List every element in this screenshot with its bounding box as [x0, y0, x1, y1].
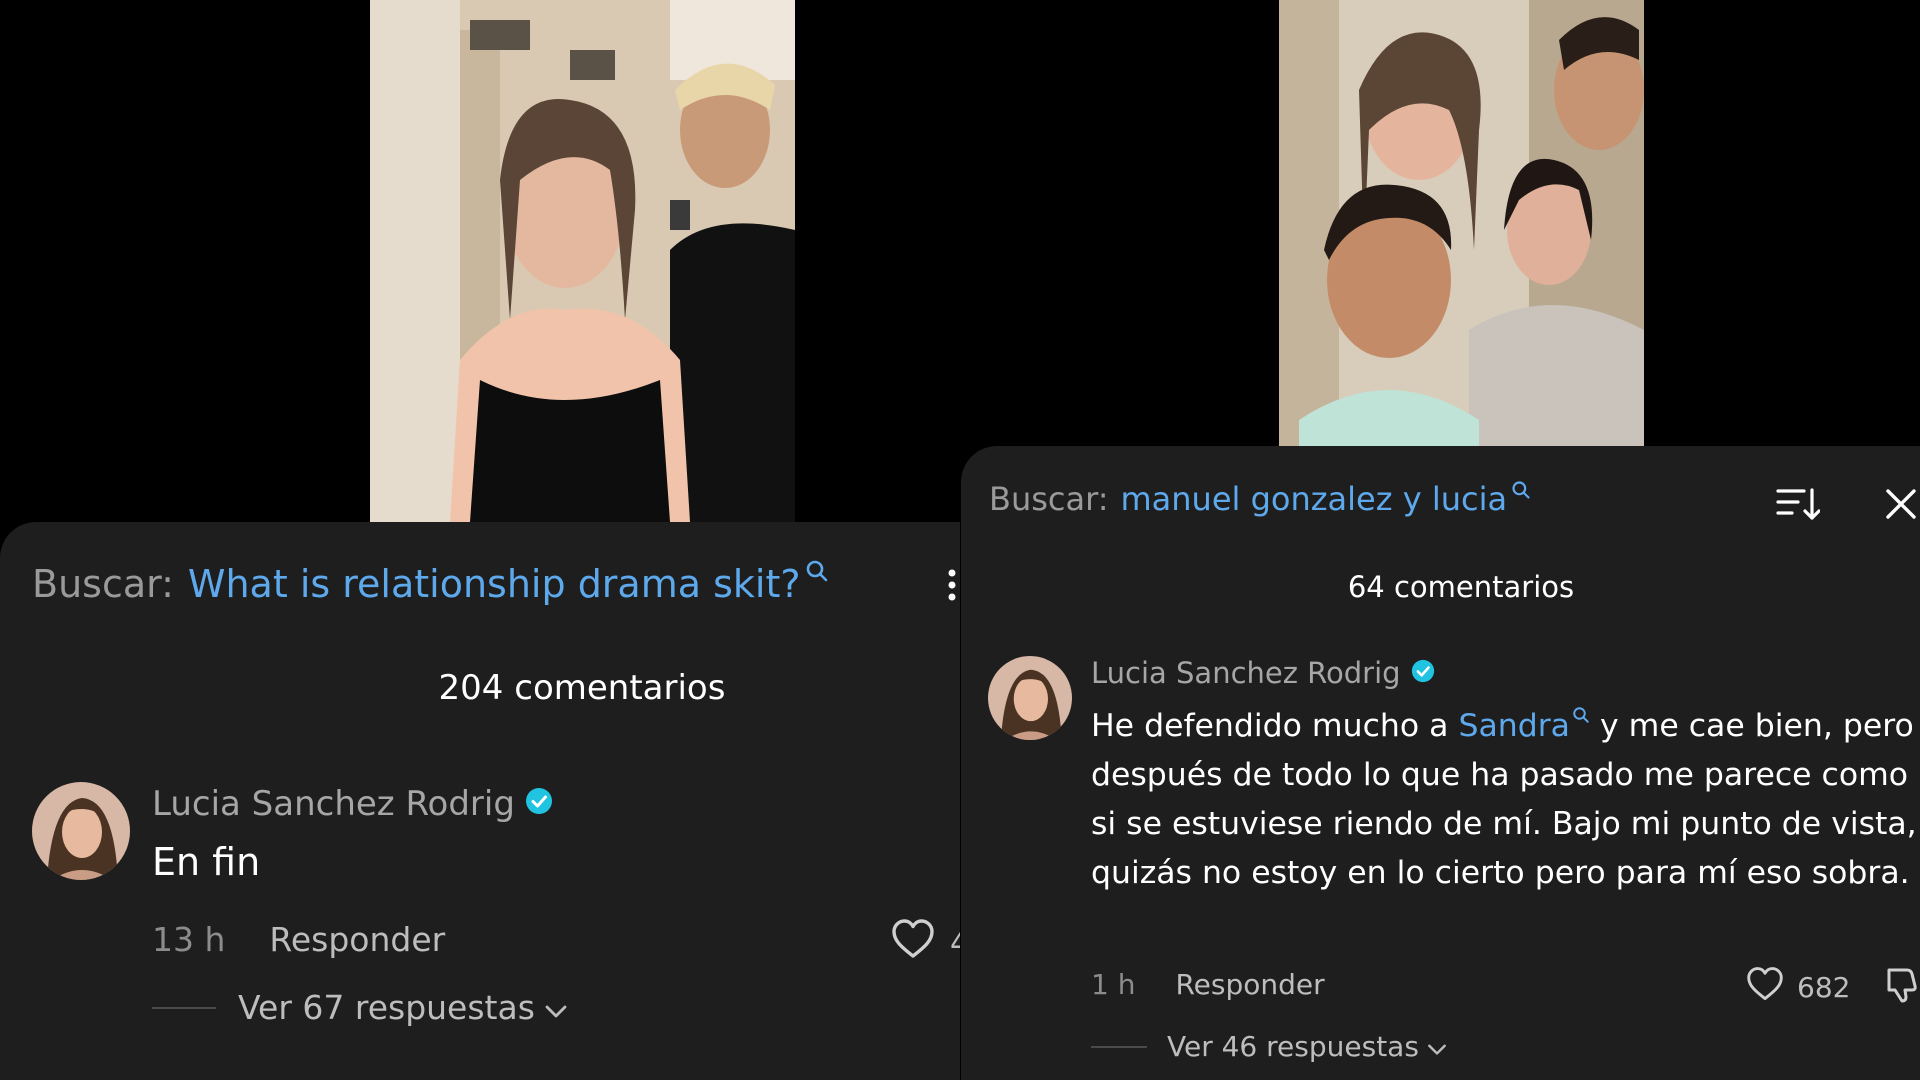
- view-replies-label: Ver 46 respuestas: [1167, 1030, 1419, 1063]
- avatar[interactable]: [32, 782, 130, 880]
- comment-count: 64 comentarios: [1347, 570, 1575, 604]
- comment-text-start: He defendido mucho a: [1091, 708, 1459, 744]
- comment-timestamp: 13 h: [152, 920, 226, 959]
- chevron-down-icon: [1427, 1030, 1447, 1063]
- comment-meta: 1 h Responder: [1091, 968, 1325, 1001]
- search-icon: [1572, 690, 1590, 739]
- more-vertical-icon: [946, 569, 958, 606]
- video-frame-left[interactable]: [370, 0, 795, 522]
- view-replies-button[interactable]: Ver 46 respuestas: [1091, 1030, 1447, 1063]
- username-text: Lucia Sanchez Rodrig: [152, 784, 515, 824]
- search-icon: [805, 548, 829, 592]
- comment-meta: 13 h Responder: [152, 920, 445, 959]
- reply-button[interactable]: Responder: [1175, 968, 1324, 1001]
- comments-sheet-right: Buscar: manuel gonzalez y lucia 64 comen…: [961, 446, 1920, 1080]
- heart-icon: [890, 918, 936, 968]
- dislike-button[interactable]: [1885, 966, 1919, 1008]
- search-query-link[interactable]: What is relationship drama skit?: [188, 562, 801, 606]
- search-query-link[interactable]: manuel gonzalez y lucia: [1120, 480, 1507, 518]
- heart-icon: [1745, 966, 1785, 1009]
- verified-badge-icon: [1411, 656, 1435, 690]
- search-prefix: Buscar:: [32, 562, 174, 606]
- mention-link[interactable]: Sandra: [1458, 708, 1570, 744]
- sort-button[interactable]: [1776, 486, 1821, 526]
- video-thumbnail-right: [1279, 0, 1644, 446]
- search-suggestion-bar[interactable]: Buscar: manuel gonzalez y lucia: [989, 480, 1531, 518]
- view-replies-label: Ver 67 respuestas: [238, 988, 535, 1027]
- replies-divider: [1091, 1045, 1147, 1048]
- dislike-icon: [1885, 968, 1919, 1008]
- like-button[interactable]: 682: [1745, 966, 1850, 1009]
- comment-count: 204 comentarios: [438, 668, 726, 708]
- comment-author[interactable]: Lucia Sanchez Rodrig: [1091, 656, 1435, 690]
- view-replies-button[interactable]: Ver 67 respuestas: [152, 988, 567, 1027]
- comment-body: He defendido mucho a Sandra y me cae bie…: [1091, 702, 1920, 898]
- search-prefix: Buscar:: [989, 480, 1109, 518]
- video-frame-right[interactable]: [1279, 0, 1644, 446]
- verified-badge-icon: [525, 784, 553, 824]
- comment-author[interactable]: Lucia Sanchez Rodrig: [152, 784, 553, 824]
- comment-timestamp: 1 h: [1091, 968, 1136, 1001]
- chevron-down-icon: [545, 988, 567, 1027]
- reply-button[interactable]: Responder: [269, 920, 445, 959]
- comment-body: En fin: [152, 840, 261, 884]
- search-suggestion-bar[interactable]: Buscar: What is relationship drama skit?: [32, 560, 829, 606]
- close-icon: [1885, 489, 1917, 524]
- replies-divider: [152, 1006, 216, 1009]
- more-options-button[interactable]: [946, 568, 958, 606]
- like-count: 4: [950, 925, 960, 961]
- video-thumbnail-left: [370, 0, 795, 522]
- close-button[interactable]: [1885, 488, 1917, 524]
- search-icon: [1511, 470, 1531, 508]
- like-count: 682: [1797, 971, 1851, 1004]
- sort-icon: [1776, 488, 1821, 526]
- like-button[interactable]: 4: [890, 918, 960, 968]
- comments-sheet-left: Buscar: What is relationship drama skit?…: [0, 522, 960, 1080]
- avatar[interactable]: [988, 656, 1072, 740]
- username-text: Lucia Sanchez Rodrig: [1091, 656, 1401, 690]
